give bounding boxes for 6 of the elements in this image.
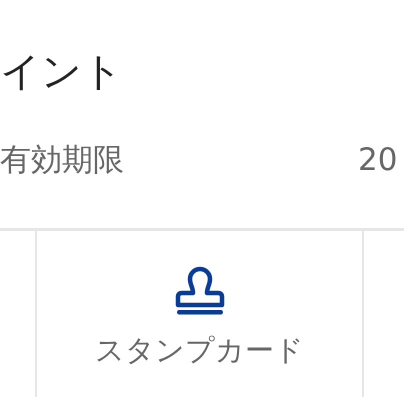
- expiry-label: 有効期限: [0, 141, 124, 180]
- expiry-value: 20: [358, 142, 398, 178]
- page-title: イント: [0, 52, 124, 92]
- stamp-card-tile[interactable]: スタンプカード: [37, 231, 364, 397]
- tile-label: スタンプカード: [95, 332, 304, 369]
- stamp-icon: [174, 265, 226, 317]
